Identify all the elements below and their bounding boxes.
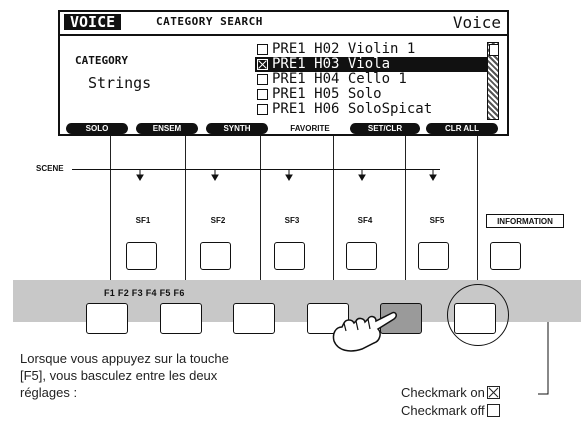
information-label: INFORMATION [486,214,564,228]
instruction-note: Lorsque vous appuyez sur la touche [F5],… [20,350,229,401]
sf5-label: SF5 [429,216,445,225]
note-line: réglages : [20,385,78,400]
checkbox-empty-icon [486,404,500,417]
f-button-labels: F1 F2 F3 F4 F5 F6 [104,288,185,298]
f1-button[interactable] [86,303,128,334]
note-line: [F5], vous basculez entre les deux [20,368,218,383]
f3-button[interactable] [233,303,275,334]
sf2-button[interactable] [200,242,231,270]
sf4-label: SF4 [357,216,373,225]
note-line: Lorsque vous appuyez sur la touche [20,351,229,366]
checkmark-on-legend: Checkmark on [401,385,500,400]
sf4-button[interactable] [346,242,377,270]
sf3-button[interactable] [274,242,305,270]
sf3-label: SF3 [284,216,300,225]
sf1-button[interactable] [126,242,157,270]
checkmark-off-label: Checkmark off [401,403,485,418]
f2-button[interactable] [160,303,202,334]
information-button[interactable] [490,242,521,270]
checkmark-off-legend: Checkmark off [401,403,500,418]
sf5-button[interactable] [418,242,449,270]
checkbox-checked-icon [486,386,500,399]
pointing-hand-icon [332,311,397,352]
sf1-label: SF1 [135,216,151,225]
sf2-label: SF2 [210,216,226,225]
f6-highlight-circle [447,284,509,346]
checkmark-on-label: Checkmark on [401,385,485,400]
